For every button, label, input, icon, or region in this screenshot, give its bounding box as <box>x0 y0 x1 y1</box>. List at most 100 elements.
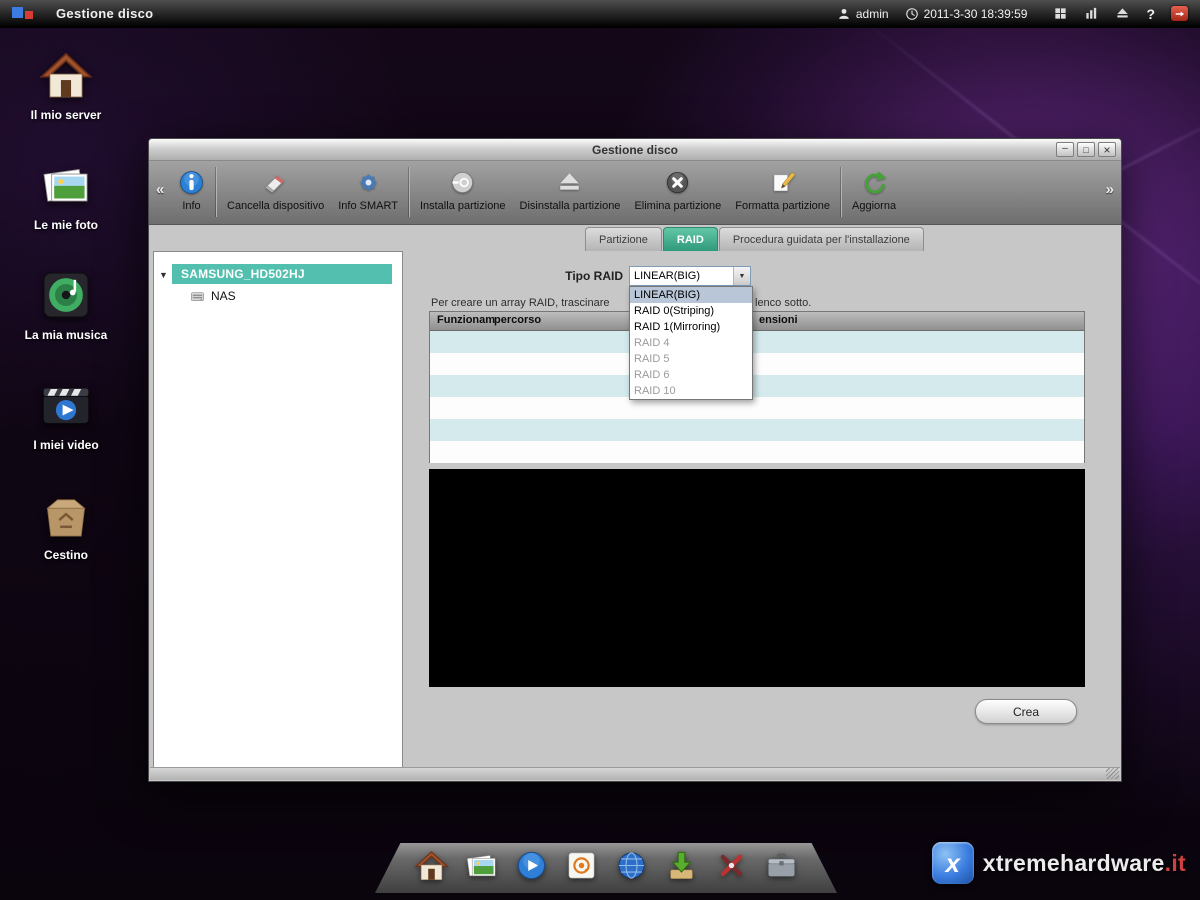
clock-icon <box>905 7 919 21</box>
dock-toolbox-icon[interactable] <box>764 848 799 883</box>
dock-photos-icon[interactable] <box>464 848 499 883</box>
toolbar-scroll-left-icon[interactable] <box>156 181 164 198</box>
toolbar-separator <box>840 167 842 217</box>
watermark-name: xtremehardware <box>983 850 1165 876</box>
trash-icon <box>39 488 93 542</box>
photos-icon <box>39 158 93 212</box>
tree-item-volume[interactable]: NAS <box>190 286 236 306</box>
minimize-button[interactable] <box>1056 142 1074 157</box>
toolbar-separator <box>215 167 217 217</box>
install-partition-icon <box>449 169 476 196</box>
dock-tools-icon[interactable] <box>714 848 749 883</box>
info-icon <box>178 169 205 196</box>
help-button[interactable]: ? <box>1146 6 1155 22</box>
raid-drop-area[interactable] <box>429 469 1085 687</box>
option-raid10: RAID 10 <box>630 383 752 399</box>
user-menu[interactable]: admin <box>837 7 889 21</box>
instruction-text-before: Per creare un array RAID, trascinare <box>431 297 610 309</box>
window-statusbar <box>150 767 1120 780</box>
table-row <box>430 441 1084 463</box>
watermark: x xtremehardware.it <box>932 842 1186 884</box>
tab-raid[interactable]: RAID <box>663 227 718 251</box>
eject-icon[interactable] <box>1115 6 1130 21</box>
toolbar-scroll-right-icon[interactable] <box>1106 181 1114 198</box>
raid-type-label: Tipo RAID <box>403 269 623 283</box>
instruction-text-after: lenco sotto. <box>755 297 811 309</box>
toolbar-button-label: Aggiorna <box>852 200 896 212</box>
toolbar-erase-device-button[interactable]: Cancella dispositivo <box>220 165 331 213</box>
window-titlebar[interactable]: Gestione disco <box>149 139 1121 161</box>
tree-item-device[interactable]: SAMSUNG_HD502HJ <box>154 264 402 284</box>
volume-name: NAS <box>211 289 236 303</box>
system-monitor-icon[interactable] <box>1084 6 1099 21</box>
toolbar-button-label: Info <box>182 200 200 212</box>
logout-arrow-icon <box>1175 9 1185 19</box>
table-row <box>430 375 1084 397</box>
toolbar-uninstall-partition-button[interactable]: Disinstalla partizione <box>513 165 628 213</box>
home-icon <box>39 48 93 102</box>
logout-button[interactable] <box>1171 6 1188 21</box>
desktop-icon-label: La mia musica <box>25 328 108 342</box>
dock-browser-icon[interactable] <box>614 848 649 883</box>
videos-icon <box>39 378 93 432</box>
option-raid1[interactable]: RAID 1(Mirroring) <box>630 319 752 335</box>
option-linear-big[interactable]: LINEAR(BIG) <box>630 287 752 303</box>
column-percorso[interactable]: percorso <box>494 314 541 326</box>
watermark-tld: .it <box>1165 850 1186 876</box>
tab-partizione[interactable]: Partizione <box>585 227 662 251</box>
toolbar-format-partition-button[interactable]: Formatta partizione <box>728 165 837 213</box>
tab-procedura-guidata[interactable]: Procedura guidata per l'installazione <box>719 227 924 251</box>
table-row <box>430 397 1084 419</box>
eject-icon <box>556 169 583 196</box>
raid-table: Funzionam percorso ensioni <box>429 311 1085 463</box>
close-button[interactable] <box>1098 142 1116 157</box>
raid-type-value: LINEAR(BIG) <box>630 270 733 282</box>
toolbar-button-label: Elimina partizione <box>634 200 721 212</box>
table-row <box>430 419 1084 441</box>
apps-grid-icon[interactable] <box>1053 6 1068 21</box>
dock-mail-icon[interactable] <box>564 848 599 883</box>
gear-icon <box>355 169 382 196</box>
dock-download-icon[interactable] <box>664 848 699 883</box>
create-button[interactable]: Crea <box>975 699 1077 724</box>
desktop-icon-trash[interactable]: Cestino <box>18 478 114 588</box>
toolbar-info-button[interactable]: Info <box>171 165 212 213</box>
desktop-icon-label: Il mio server <box>31 108 102 122</box>
datetime-text: 2011-3-30 18:39:59 <box>924 7 1028 21</box>
desktop-icon-label: I miei video <box>33 438 98 452</box>
column-dimensioni[interactable]: ensioni <box>759 314 798 326</box>
expander-icon[interactable] <box>159 265 172 283</box>
refresh-icon <box>861 169 888 196</box>
toolbar-smart-info-button[interactable]: Info SMART <box>331 165 405 213</box>
select-arrow-icon[interactable] <box>733 267 750 285</box>
pencil-icon <box>769 169 796 196</box>
raid-panel: Tipo RAID LINEAR(BIG) Per creare un arra… <box>403 251 1119 769</box>
toolbar-button-label: Info SMART <box>338 200 398 212</box>
dock-media-player-icon[interactable] <box>514 848 549 883</box>
desktop-icon-server[interactable]: Il mio server <box>18 38 114 148</box>
toolbar-install-partition-button[interactable]: Installa partizione <box>413 165 513 213</box>
desktop-icon-music[interactable]: La mia musica <box>18 258 114 368</box>
delete-icon <box>664 169 691 196</box>
xtremehardware-logo-icon: x <box>932 842 974 884</box>
option-raid0[interactable]: RAID 0(Striping) <box>630 303 752 319</box>
toolbar-refresh-button[interactable]: Aggiorna <box>845 165 903 213</box>
dock-home-icon[interactable] <box>414 848 449 883</box>
toolbar-button-label: Disinstalla partizione <box>520 200 621 212</box>
dock <box>375 843 837 893</box>
maximize-button[interactable] <box>1077 142 1095 157</box>
toolbar-button-label: Installa partizione <box>420 200 506 212</box>
column-funzionamento[interactable]: Funzionam <box>437 314 495 326</box>
drive-icon <box>190 289 205 304</box>
raid-type-dropdown: LINEAR(BIG) RAID 0(Striping) RAID 1(Mirr… <box>629 286 753 400</box>
raid-type-select[interactable]: LINEAR(BIG) <box>629 266 751 286</box>
user-icon <box>837 7 851 21</box>
desktop-icon-label: Le mie foto <box>34 218 98 232</box>
resize-grip[interactable] <box>1106 768 1119 779</box>
toolbar-delete-partition-button[interactable]: Elimina partizione <box>627 165 728 213</box>
raid-table-header: Funzionam percorso ensioni <box>430 312 1084 331</box>
desktop-icon-column: Il mio server Le mie foto La mia musica … <box>18 38 114 588</box>
desktop-icon-videos[interactable]: I miei video <box>18 368 114 478</box>
desktop-icon-photos[interactable]: Le mie foto <box>18 148 114 258</box>
app-logo-icon <box>12 5 38 23</box>
